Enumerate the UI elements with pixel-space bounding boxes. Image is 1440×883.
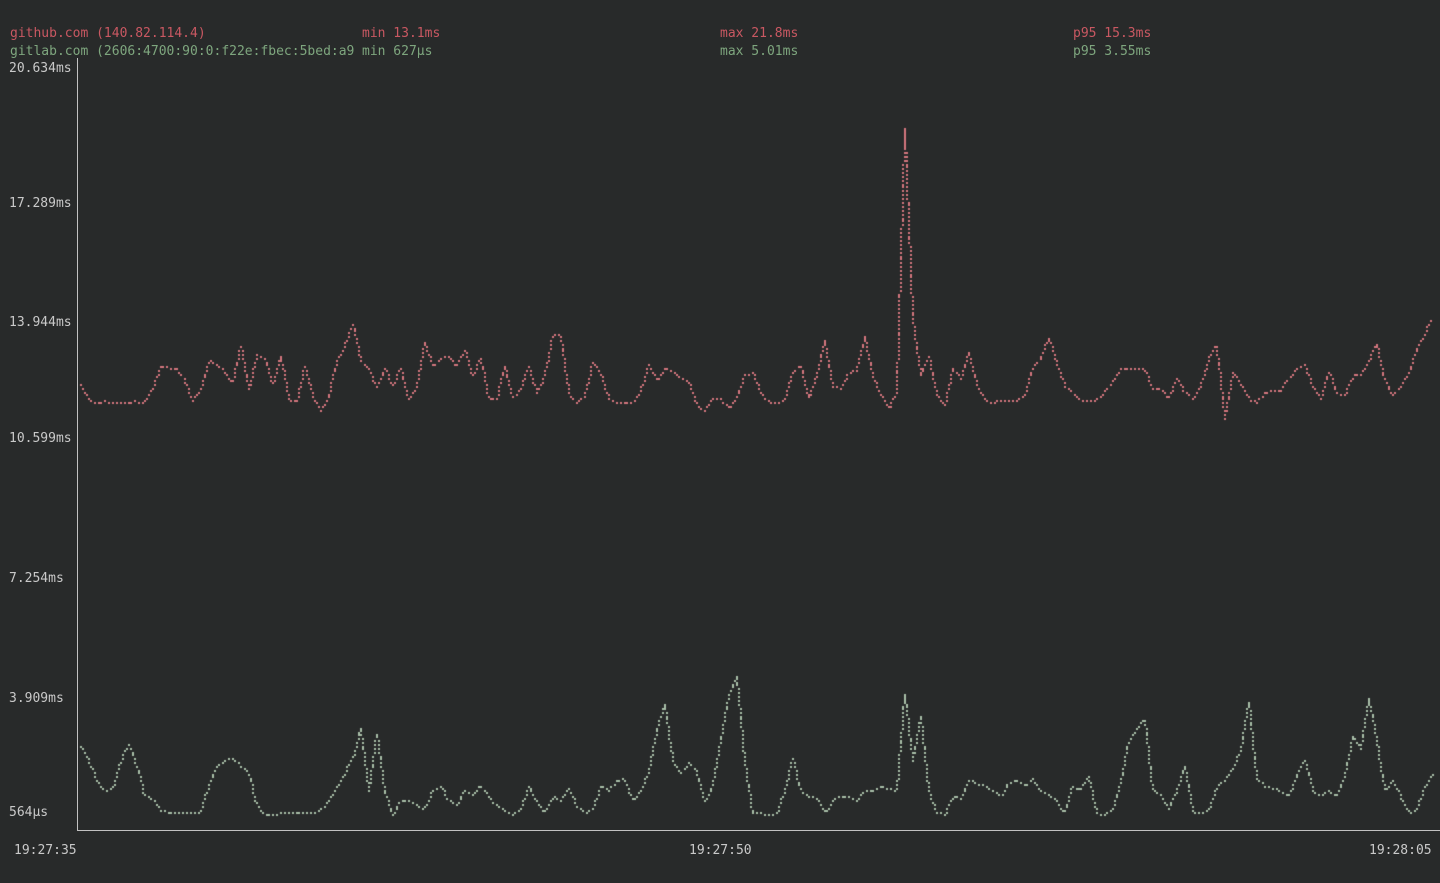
gping-terminal-screen: github.com (140.82.114.4) min 13.1ms max… [0,0,1440,883]
latency-chart-canvas [0,0,1440,883]
